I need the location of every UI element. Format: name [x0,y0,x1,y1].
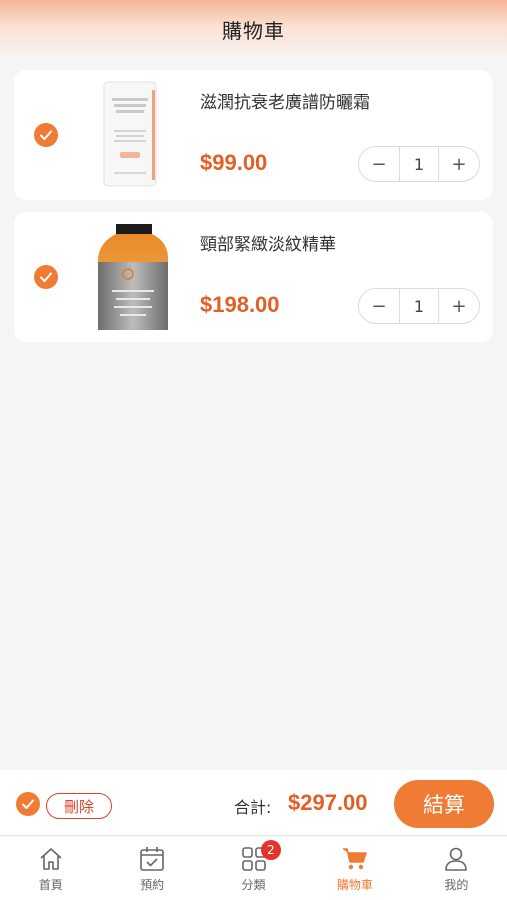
cart-icon [342,848,367,870]
tab-label: 預約 [140,878,165,892]
check-icon [40,130,52,140]
tab-cart[interactable]: 購物車 [304,837,405,900]
tab-booking[interactable]: 預約 [101,837,202,900]
total-price: $297.00 [288,790,368,815]
decrease-quantity-button[interactable]: − [359,147,399,181]
user-icon [445,847,468,871]
bottom-tab-bar: 首頁 預約 2 分類 購物車 我的 [0,837,507,900]
tab-label: 購物車 [336,878,373,892]
product-price: $198.00 [200,292,280,317]
page-title: 購物車 [222,18,285,43]
increase-quantity-button[interactable]: + [439,289,479,323]
increase-quantity-button[interactable]: + [439,147,479,181]
product-image-sunscreen[interactable] [94,80,174,188]
tab-home[interactable]: 首頁 [0,837,101,900]
tab-profile[interactable]: 我的 [406,837,507,900]
check-icon [40,272,52,282]
calendar-check-icon [140,847,164,871]
check-icon [22,799,34,809]
select-all-checkbox[interactable] [16,792,40,816]
quantity-stepper: − 1 + [358,146,480,182]
total-label: 合計: [234,798,272,817]
home-icon [40,848,62,870]
quantity-stepper: − 1 + [358,288,480,324]
item-select-checkbox[interactable] [34,123,58,147]
product-price: $99.00 [200,150,268,175]
product-name[interactable]: 頸部緊緻淡紋精華 [200,230,336,255]
header-bar: 購物車 [0,0,507,58]
cart-item-card: 滋潤抗衰老廣譜防曬霜 $99.00 − 1 + [14,70,493,200]
quantity-value[interactable]: 1 [399,289,439,323]
checkout-button[interactable]: 結算 [394,780,494,828]
product-name[interactable]: 滋潤抗衰老廣譜防曬霜 [200,88,370,113]
tab-label: 首頁 [38,878,63,892]
quantity-value[interactable]: 1 [399,147,439,181]
notification-badge: 2 [260,840,281,860]
delete-button[interactable]: 刪除 [46,793,112,819]
checkout-bar: 刪除 合計: $297.00 結算 [0,770,507,836]
cart-item-card: 頸部緊緻淡紋精華 $198.00 − 1 + [14,212,493,342]
tab-category[interactable]: 2 分類 [203,837,304,900]
tab-label: 分類 [241,878,266,892]
decrease-quantity-button[interactable]: − [359,289,399,323]
item-select-checkbox[interactable] [34,265,58,289]
product-image-serum[interactable] [94,222,174,330]
tab-label: 我的 [444,878,469,892]
